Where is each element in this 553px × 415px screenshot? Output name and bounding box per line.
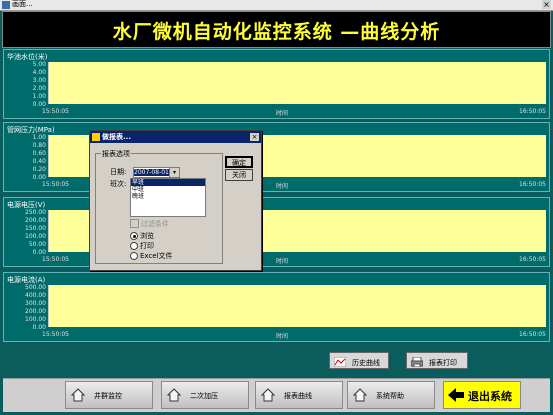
report-print-label: 报表打印 <box>429 359 457 367</box>
report-print-button[interactable]: 报表打印 <box>406 352 468 369</box>
y-tick: 2.00 <box>32 85 46 92</box>
group-label: 报表选项 <box>101 149 131 159</box>
time-end: 16:50:05 <box>519 331 546 338</box>
y-tick: 100.00 <box>25 233 46 240</box>
radio-excel[interactable] <box>130 252 138 260</box>
y-tick: 0.20 <box>32 166 46 173</box>
dialog-app-icon <box>92 133 100 141</box>
chart-panel-water-level: 华池水位(米) 5.00 4.00 3.00 2.00 1.00 0.00 15… <box>3 49 550 119</box>
time-start: 15:50:05 <box>42 331 69 338</box>
list-item[interactable]: 晚班 <box>131 193 205 200</box>
dialog-titlebar: 做报表... × <box>90 131 261 143</box>
window-close-button[interactable]: × <box>542 0 551 9</box>
nav-well-group-monitor[interactable]: 井群监控 <box>65 381 153 409</box>
shift-list[interactable]: 早班 中班 晚班 <box>130 178 206 217</box>
radio-browse[interactable] <box>130 232 138 240</box>
house-icon <box>353 388 367 402</box>
radio-print[interactable] <box>130 242 138 250</box>
list-item[interactable]: 中班 <box>131 186 205 193</box>
exit-arrow-icon <box>448 388 464 402</box>
time-axis-label: 时间 <box>276 110 289 117</box>
plot-area <box>48 285 546 327</box>
y-tick: 300.00 <box>25 300 46 307</box>
date-label: 日期: <box>110 168 127 176</box>
dialog-close-icon[interactable]: × <box>250 133 259 141</box>
ok-button[interactable]: 确定 <box>225 156 253 168</box>
window-title: 画面... <box>12 0 33 8</box>
history-curve-label: 历史曲线 <box>352 359 380 367</box>
y-tick: 3.00 <box>32 77 46 84</box>
history-curve-button[interactable]: 历史曲线 <box>329 352 389 369</box>
house-icon <box>167 388 181 402</box>
y-tick: 4.00 <box>32 69 46 76</box>
nav-system-help[interactable]: 系统帮助 <box>347 381 435 409</box>
y-tick: 200.00 <box>25 308 46 315</box>
dialog-title: 做报表... <box>102 133 131 141</box>
chart-panel-voltage: 电源电压(V) 250.00 200.00 150.00 100.00 50.0… <box>3 197 550 267</box>
y-tick: 0.00 <box>32 101 46 108</box>
time-end: 16:50:05 <box>519 256 546 263</box>
shift-label: 班次: <box>110 180 127 188</box>
time-start: 15:50:05 <box>42 108 69 115</box>
page-title: 水厂微机自动化监控系统 —曲线分析 <box>112 21 441 43</box>
chart-panel-pipe-pressure: 管网压力(MPa) 1.00 0.80 0.60 0.40 0.20 0.00 … <box>3 122 550 192</box>
y-tick: 1.00 <box>32 93 46 100</box>
y-tick: 100.00 <box>25 316 46 323</box>
window-app-icon <box>2 1 10 9</box>
y-tick: 0.00 <box>32 174 46 181</box>
nav-secondary-pressurization[interactable]: 二次加压 <box>161 381 249 409</box>
date-value: 2007-08-01 <box>134 169 169 176</box>
y-tick: 5.00 <box>32 61 46 68</box>
nav-report-curves[interactable]: 报表曲线 <box>255 381 343 409</box>
house-icon <box>261 388 275 402</box>
printer-icon <box>411 357 423 367</box>
window-titlebar: 画面... × <box>0 0 553 11</box>
bottom-nav: 井群监控 二次加压 报表曲线 系统帮助 退出系统 <box>3 378 550 412</box>
time-axis-label: 时间 <box>276 333 289 340</box>
nav-label: 报表曲线 <box>284 392 312 400</box>
time-end: 16:50:05 <box>519 108 546 115</box>
time-end: 16:50:05 <box>519 181 546 188</box>
list-item[interactable]: 早班 <box>131 179 205 186</box>
y-tick: 500.00 <box>25 284 46 291</box>
radio-print-label: 打印 <box>140 242 154 250</box>
y-tick: 50.00 <box>28 241 46 248</box>
chevron-down-icon[interactable]: ▾ <box>169 167 180 178</box>
time-start: 15:50:05 <box>42 256 69 263</box>
report-dialog: 做报表... × 报表选项 日期: 2007-08-01 ▾ 班次: 早班 中班… <box>89 130 262 271</box>
filter-checkbox[interactable] <box>130 219 139 228</box>
radio-browse-label: 浏览 <box>140 232 154 240</box>
filter-label: 过滤条件 <box>141 220 169 228</box>
y-tick: 0.00 <box>32 324 46 331</box>
y-tick: 200.00 <box>25 217 46 224</box>
chart-panel-current: 电源电流(A) 500.00 400.00 300.00 200.00 100.… <box>3 272 550 342</box>
nav-label: 二次加压 <box>190 392 218 400</box>
plot-area <box>48 62 546 104</box>
nav-label: 系统帮助 <box>376 392 404 400</box>
exit-label: 退出系统 <box>468 390 512 403</box>
y-tick: 1.00 <box>32 134 46 141</box>
time-axis-label: 时间 <box>276 183 289 190</box>
y-tick: 0.80 <box>32 142 46 149</box>
y-tick: 0.40 <box>32 158 46 165</box>
radio-excel-label: Excel文件 <box>140 252 173 260</box>
header-banner: 水厂微机自动化监控系统 —曲线分析 <box>2 11 551 48</box>
time-axis-label: 时间 <box>276 258 289 265</box>
nav-label: 井群监控 <box>94 392 122 400</box>
y-tick: 0.60 <box>32 150 46 157</box>
y-tick: 250.00 <box>25 209 46 216</box>
close-button[interactable]: 关闭 <box>225 169 253 181</box>
y-tick: 0.00 <box>32 249 46 256</box>
y-tick: 400.00 <box>25 292 46 299</box>
time-start: 15:50:05 <box>42 181 69 188</box>
chart-line-icon <box>334 357 346 367</box>
y-tick: 150.00 <box>25 225 46 232</box>
house-icon <box>71 388 85 402</box>
exit-system-button[interactable]: 退出系统 <box>443 381 521 409</box>
